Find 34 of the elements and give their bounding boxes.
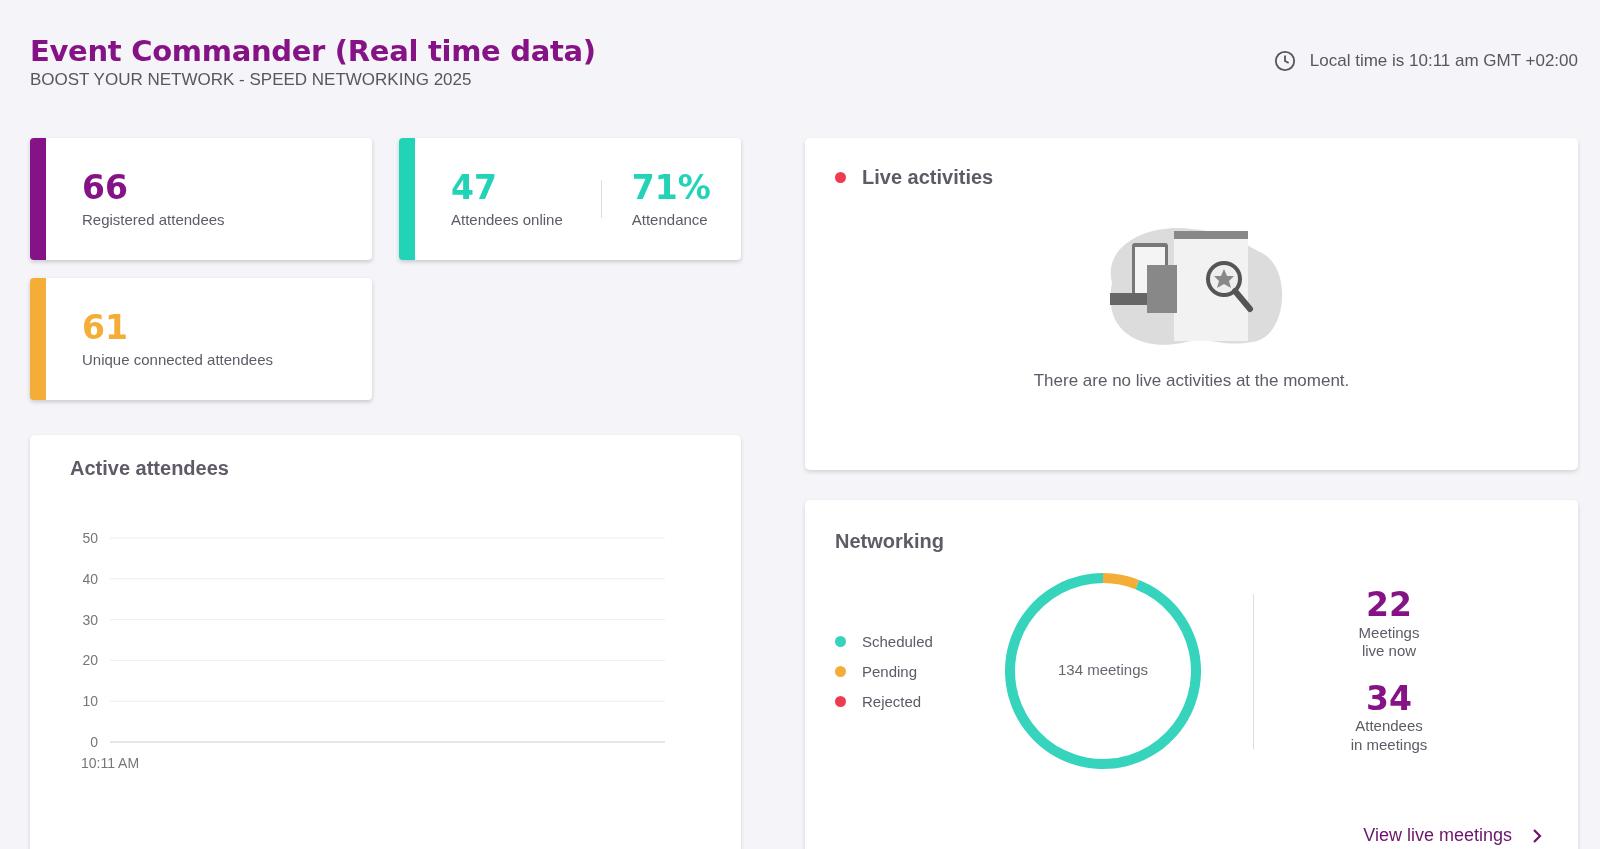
- view-live-meetings-link[interactable]: View live meetings: [1363, 825, 1542, 846]
- empty-message: There are no live activities at the moment.: [1033, 371, 1350, 391]
- stat-value: 71%: [631, 170, 711, 207]
- axis-tick-label: 40: [82, 570, 98, 587]
- stat-value: 66: [82, 170, 129, 207]
- stat-label: Registered attendees: [82, 210, 225, 228]
- stat-value: 61: [82, 310, 129, 347]
- stat-label: Unique connected attendees: [82, 350, 273, 368]
- legend-label: Scheduled: [862, 632, 933, 650]
- axis-tick-label: 30: [82, 611, 98, 628]
- card-title: Live activities: [862, 166, 994, 189]
- clock-icon: [1273, 50, 1296, 72]
- legend-label: Pending: [862, 662, 918, 680]
- stat-value: 47: [451, 170, 498, 207]
- card-title: Networking: [835, 530, 945, 553]
- card-title: Active attendees: [70, 457, 230, 480]
- axis-tick-label: 0: [90, 734, 98, 750]
- stat-label: Meetings live now: [1357, 623, 1421, 661]
- axis-tick-label: 20: [82, 652, 98, 669]
- stat-value: 22: [1366, 587, 1412, 624]
- chevron-right-icon: [1532, 827, 1542, 844]
- page-title: Event Commander (Real time data): [30, 34, 596, 68]
- donut-center-label: 134 meetings: [1056, 661, 1150, 678]
- event-name: BOOST YOUR NETWORK - SPEED NETWORKING 2025: [30, 70, 473, 90]
- axis-tick-label: 10:11 AM: [80, 755, 140, 771]
- live-status-dot: [835, 172, 846, 183]
- axis-tick-label: 10: [82, 693, 98, 710]
- stat-label: Attendees online: [451, 210, 563, 228]
- axis-tick-label: 50: [82, 530, 98, 546]
- stat-label: Attendees in meetings: [1349, 717, 1429, 755]
- legend-label: Rejected: [862, 692, 922, 710]
- stat-label: Attendance: [631, 210, 709, 228]
- local-time: Local time is 10:11 am GMT +02:00: [1309, 51, 1578, 71]
- stat-value: 34: [1366, 681, 1412, 718]
